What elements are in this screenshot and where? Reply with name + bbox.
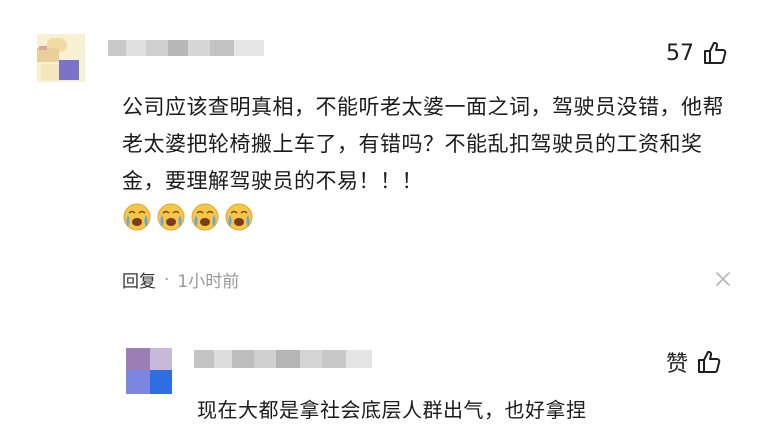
meta-separator: ·	[164, 269, 170, 290]
reply-username-redacted[interactable]	[194, 350, 372, 368]
reply-like-label: 赞	[666, 352, 689, 377]
crying-emoji	[123, 203, 151, 231]
reply-like-button[interactable]: 赞	[666, 346, 722, 378]
like-count: 57	[666, 40, 694, 66]
comment-text: 公司应该查明真相，不能听老太婆一面之词，驾驶员没错，他帮老太婆把轮椅搬上车了，有…	[122, 95, 724, 193]
username-redacted[interactable]	[108, 40, 264, 56]
comment-meta: 回复 · 1小时前	[122, 267, 240, 293]
emoji-row	[122, 202, 254, 232]
close-icon[interactable]	[714, 270, 732, 288]
thumbs-up-icon	[704, 41, 727, 64]
crying-emoji	[157, 203, 185, 231]
reply-avatar[interactable]	[126, 348, 172, 394]
avatar[interactable]	[37, 34, 85, 82]
reply-button[interactable]: 回复	[122, 267, 156, 292]
comment-time: 1小时前	[177, 272, 240, 292]
crying-emoji	[191, 203, 219, 231]
reply-text: 现在大都是拿社会底层人群出气，也好拿捏	[197, 398, 587, 422]
like-button[interactable]: 57	[666, 40, 728, 66]
crying-emoji	[225, 203, 253, 231]
thumbs-up-icon	[698, 350, 721, 373]
